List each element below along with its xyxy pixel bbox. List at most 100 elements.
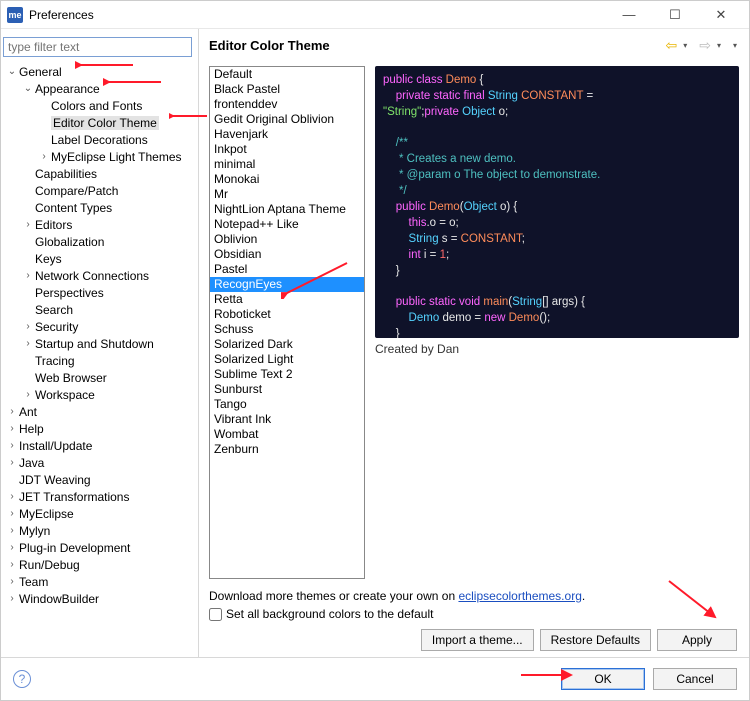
- tree-item[interactable]: JDT Weaving: [5, 471, 198, 488]
- expand-icon[interactable]: ›: [5, 576, 19, 587]
- collapse-icon[interactable]: ⌄: [5, 66, 19, 77]
- default-bg-checkbox[interactable]: [209, 608, 222, 621]
- theme-list-item[interactable]: Black Pastel: [210, 82, 364, 97]
- tree-item[interactable]: Label Decorations: [5, 131, 198, 148]
- collapse-icon[interactable]: ⌄: [21, 83, 35, 94]
- theme-list-item[interactable]: frontenddev: [210, 97, 364, 112]
- theme-list-item[interactable]: Wombat: [210, 427, 364, 442]
- close-button[interactable]: ✕: [707, 7, 735, 23]
- theme-list-item[interactable]: Havenjark: [210, 127, 364, 142]
- theme-list-item[interactable]: Default: [210, 67, 364, 82]
- tree-item[interactable]: ›Network Connections: [5, 267, 198, 284]
- tree-item[interactable]: Tracing: [5, 352, 198, 369]
- tree-item-label: Java: [19, 456, 44, 470]
- expand-icon[interactable]: ›: [5, 457, 19, 468]
- ok-button[interactable]: OK: [561, 668, 645, 690]
- tree-item[interactable]: ›MyEclipse Light Themes: [5, 148, 198, 165]
- expand-icon[interactable]: ›: [5, 406, 19, 417]
- import-theme-button[interactable]: Import a theme...: [421, 629, 534, 651]
- theme-list-item[interactable]: Monokai: [210, 172, 364, 187]
- tree-item[interactable]: Editor Color Theme: [5, 114, 198, 131]
- tree-item[interactable]: Perspectives: [5, 284, 198, 301]
- view-menu-caret[interactable]: ▾: [731, 41, 739, 50]
- expand-icon[interactable]: ›: [21, 219, 35, 230]
- expand-icon[interactable]: ›: [37, 151, 51, 162]
- tree-item[interactable]: ⌄General: [5, 63, 198, 80]
- tree-item[interactable]: ›Editors: [5, 216, 198, 233]
- theme-list-item[interactable]: Sunburst: [210, 382, 364, 397]
- tree-item[interactable]: Globalization: [5, 233, 198, 250]
- expand-icon[interactable]: ›: [21, 338, 35, 349]
- theme-list-item[interactable]: Tango: [210, 397, 364, 412]
- theme-list-item[interactable]: NightLion Aptana Theme: [210, 202, 364, 217]
- theme-list-item[interactable]: Schuss: [210, 322, 364, 337]
- theme-list-item[interactable]: Pastel: [210, 262, 364, 277]
- tree-item[interactable]: ›Mylyn: [5, 522, 198, 539]
- theme-list-item[interactable]: Obsidian: [210, 247, 364, 262]
- back-icon[interactable]: ⇦: [663, 37, 679, 54]
- tree-item[interactable]: ›Team: [5, 573, 198, 590]
- forward-menu-caret[interactable]: ▾: [715, 41, 723, 50]
- tree-item[interactable]: ›Help: [5, 420, 198, 437]
- expand-icon[interactable]: ›: [5, 593, 19, 604]
- help-icon[interactable]: ?: [13, 670, 31, 688]
- tree-item[interactable]: ›Startup and Shutdown: [5, 335, 198, 352]
- restore-defaults-button[interactable]: Restore Defaults: [540, 629, 651, 651]
- tree-item[interactable]: ›Ant: [5, 403, 198, 420]
- tree-item-label: MyEclipse Light Themes: [51, 150, 182, 164]
- download-link[interactable]: eclipsecolorthemes.org: [458, 589, 581, 603]
- tree-item[interactable]: ›Install/Update: [5, 437, 198, 454]
- tree-item[interactable]: Web Browser: [5, 369, 198, 386]
- tree-item[interactable]: Colors and Fonts: [5, 97, 198, 114]
- tree-item[interactable]: ›MyEclipse: [5, 505, 198, 522]
- minimize-button[interactable]: —: [615, 7, 643, 23]
- expand-icon[interactable]: ›: [5, 491, 19, 502]
- theme-list-item[interactable]: Vibrant Ink: [210, 412, 364, 427]
- theme-list-item[interactable]: Notepad++ Like: [210, 217, 364, 232]
- theme-list-item[interactable]: Solarized Dark: [210, 337, 364, 352]
- cancel-button[interactable]: Cancel: [653, 668, 737, 690]
- theme-list[interactable]: DefaultBlack PastelfrontenddevGedit Orig…: [209, 66, 365, 579]
- tree-item[interactable]: ›Run/Debug: [5, 556, 198, 573]
- preferences-tree[interactable]: ⌄General⌄AppearanceColors and Fonts Edito…: [1, 61, 198, 657]
- tree-item[interactable]: ›Java: [5, 454, 198, 471]
- theme-list-item[interactable]: Zenburn: [210, 442, 364, 457]
- theme-list-item[interactable]: Oblivion: [210, 232, 364, 247]
- expand-icon[interactable]: ›: [21, 270, 35, 281]
- expand-icon[interactable]: ›: [5, 559, 19, 570]
- expand-icon[interactable]: ›: [21, 389, 35, 400]
- tree-item[interactable]: ›Workspace: [5, 386, 198, 403]
- tree-item[interactable]: Compare/Patch: [5, 182, 198, 199]
- theme-list-item[interactable]: Solarized Light: [210, 352, 364, 367]
- expand-icon[interactable]: ›: [5, 508, 19, 519]
- tree-item[interactable]: Content Types: [5, 199, 198, 216]
- theme-list-item[interactable]: Roboticket: [210, 307, 364, 322]
- theme-list-item[interactable]: Retta: [210, 292, 364, 307]
- back-menu-caret[interactable]: ▾: [681, 41, 689, 50]
- apply-button[interactable]: Apply: [657, 629, 737, 651]
- tree-item-label: Plug-in Development: [19, 541, 130, 555]
- expand-icon[interactable]: ›: [5, 423, 19, 434]
- theme-list-item[interactable]: Gedit Original Oblivion: [210, 112, 364, 127]
- expand-icon[interactable]: ›: [5, 440, 19, 451]
- tree-item[interactable]: ›Security: [5, 318, 198, 335]
- tree-item[interactable]: ›Plug-in Development: [5, 539, 198, 556]
- theme-list-item[interactable]: Mr: [210, 187, 364, 202]
- theme-list-item[interactable]: RecognEyes: [210, 277, 364, 292]
- expand-icon[interactable]: ›: [5, 525, 19, 536]
- maximize-button[interactable]: ☐: [661, 7, 689, 23]
- tree-item[interactable]: ›WindowBuilder: [5, 590, 198, 607]
- tree-item[interactable]: Search: [5, 301, 198, 318]
- tree-item[interactable]: Capabilities: [5, 165, 198, 182]
- filter-input[interactable]: [3, 37, 192, 57]
- tree-item[interactable]: Keys: [5, 250, 198, 267]
- theme-list-item[interactable]: Sublime Text 2: [210, 367, 364, 382]
- tree-item-label: Compare/Patch: [35, 184, 118, 198]
- tree-item-label: Editor Color Theme: [51, 116, 159, 130]
- expand-icon[interactable]: ›: [21, 321, 35, 332]
- expand-icon[interactable]: ›: [5, 542, 19, 553]
- theme-list-item[interactable]: Inkpot: [210, 142, 364, 157]
- theme-list-item[interactable]: minimal: [210, 157, 364, 172]
- tree-item[interactable]: ›JET Transformations: [5, 488, 198, 505]
- tree-item[interactable]: ⌄Appearance: [5, 80, 198, 97]
